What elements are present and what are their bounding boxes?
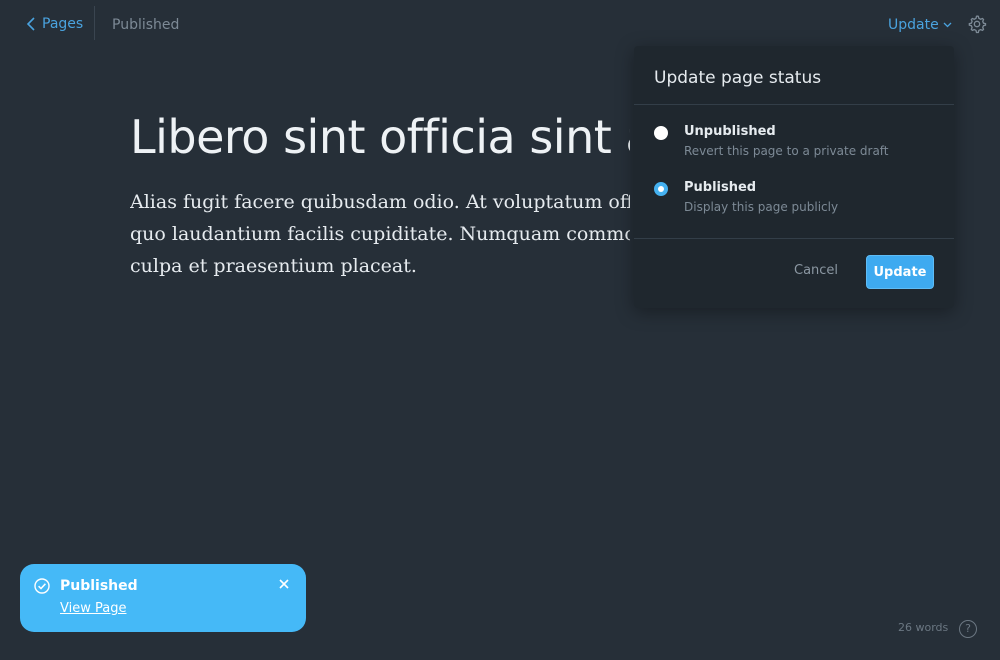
radio-published[interactable] <box>654 182 668 196</box>
body-line: culpa et praesentium placeat. <box>130 255 417 277</box>
update-button[interactable]: Update <box>866 255 934 289</box>
topbar-divider <box>94 6 95 40</box>
word-count: 26 words <box>898 621 949 634</box>
page-status-label: Published <box>112 17 180 33</box>
close-icon[interactable] <box>278 578 290 590</box>
option-description: Revert this page to a private draft <box>684 144 889 158</box>
popover-divider <box>634 104 954 105</box>
published-toast: Published View Page <box>20 564 306 632</box>
back-label: Pages <box>42 16 84 32</box>
body-line: Alias fugit facere quibusdam odio. At vo… <box>130 191 630 213</box>
gear-icon[interactable] <box>967 14 987 34</box>
back-to-pages-link[interactable]: Pages <box>26 16 83 32</box>
chevron-left-icon <box>26 17 35 31</box>
chevron-down-icon <box>943 22 952 28</box>
page-body[interactable]: Alias fugit facere quibusdam odio. At vo… <box>130 186 630 282</box>
popover-title: Update page status <box>654 68 822 88</box>
update-status-popover: Update page status Unpublished Revert th… <box>634 46 954 308</box>
toast-title: Published <box>60 578 138 594</box>
option-label: Published <box>684 180 757 195</box>
cancel-button[interactable]: Cancel <box>794 263 838 278</box>
view-page-link[interactable]: View Page <box>60 601 126 616</box>
option-description: Display this page publicly <box>684 200 839 214</box>
option-label: Unpublished <box>684 124 776 139</box>
check-circle-icon <box>34 578 50 594</box>
radio-unpublished[interactable] <box>654 126 668 140</box>
update-dropdown-trigger[interactable]: Update <box>888 17 952 33</box>
body-line: quo laudantium facilis cupiditate. Numqu… <box>130 223 630 245</box>
help-icon[interactable]: ? <box>959 620 977 638</box>
popover-divider <box>634 238 954 239</box>
update-label: Update <box>888 17 939 33</box>
page-title[interactable]: Libero sint officia sint a <box>130 110 630 164</box>
